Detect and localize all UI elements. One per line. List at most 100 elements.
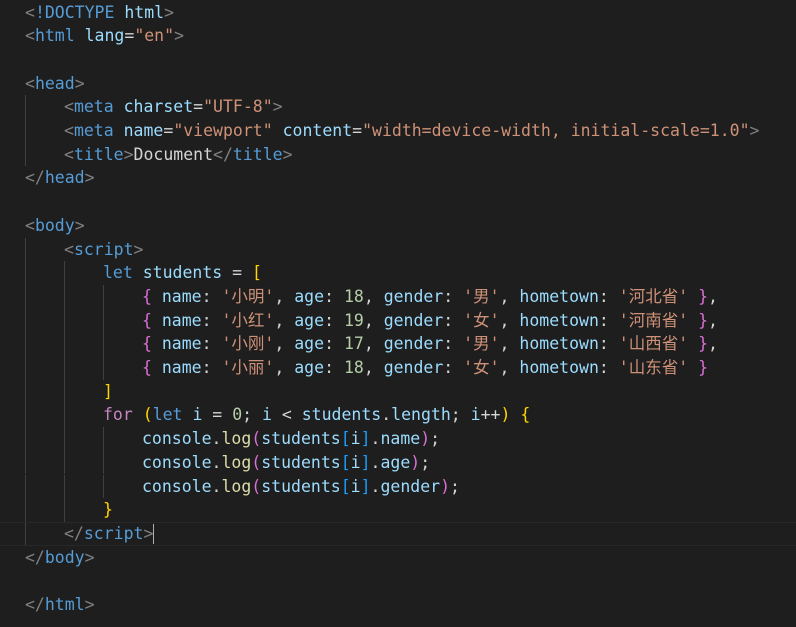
code-line[interactable]: </html> (0, 593, 796, 617)
code-token: gender (383, 358, 444, 377)
code-line[interactable]: <meta name="viewport" content="width=dev… (0, 119, 796, 143)
code-token: , (499, 310, 520, 330)
code-token: name (161, 286, 202, 306)
indent-guide (64, 498, 65, 522)
code-token: . (211, 429, 222, 449)
code-token: html (44, 595, 85, 614)
code-token: name (161, 310, 202, 330)
code-line[interactable]: </script> (0, 521, 796, 546)
code-token: < (64, 144, 74, 164)
indent-guide (64, 379, 65, 404)
code-token: : (201, 310, 222, 330)
code-token: { (142, 286, 152, 306)
text-cursor (153, 524, 155, 545)
code-token: title (73, 144, 124, 164)
code-token: Document (133, 144, 214, 164)
code-line[interactable] (0, 48, 796, 72)
code-token: , (363, 310, 384, 330)
code-token: </ (25, 595, 45, 614)
code-text: <meta name="viewport" content="width=dev… (64, 119, 759, 143)
code-line[interactable]: ] (0, 379, 796, 404)
code-line[interactable]: for (let i = 0; i < students.length; i++… (0, 403, 796, 428)
code-token: log (221, 429, 252, 449)
code-editor[interactable]: <!DOCTYPE html> <html lang="en"> <head> <me… (0, 0, 796, 627)
code-token: , (274, 310, 295, 330)
code-token: < (25, 26, 35, 46)
indent-guide (64, 427, 65, 451)
code-line[interactable]: } (0, 498, 796, 522)
code-token: html (124, 2, 165, 22)
code-token: body (44, 547, 85, 567)
code-token: gender (383, 310, 444, 330)
indent-guide (64, 403, 65, 428)
code-token: title (232, 144, 283, 164)
code-token: < (25, 2, 35, 22)
code-line[interactable]: <script> (0, 237, 796, 262)
code-line[interactable]: </body> (0, 546, 796, 570)
code-token: log (221, 476, 252, 496)
code-line[interactable]: { name: '小明', age: 18, gender: '男', home… (0, 284, 796, 309)
indent-guide (25, 403, 26, 428)
code-line[interactable]: console.log(students[i].name); (0, 427, 796, 451)
indent-guide (25, 498, 26, 522)
indent-guide (25, 356, 26, 380)
code-token: "UTF-8" (203, 97, 273, 117)
code-token: content (282, 121, 353, 140)
code-line[interactable]: { name: '小红', age: 19, gender: '女', home… (0, 308, 796, 333)
code-text: <head> (25, 72, 85, 96)
code-line[interactable]: <head> (0, 72, 796, 96)
code-token: gender (380, 476, 441, 496)
code-line[interactable]: </head> (0, 166, 796, 190)
code-token: ] (360, 429, 371, 449)
code-token: hometown (519, 310, 599, 330)
code-token: [ (340, 452, 351, 472)
code-line[interactable] (0, 569, 796, 593)
indent-guide (25, 450, 26, 475)
code-token: gender (383, 286, 444, 306)
indent-guide (25, 142, 26, 167)
code-line[interactable]: console.log(students[i].age); (0, 450, 796, 475)
code-token: charset (123, 97, 194, 117)
code-line[interactable]: { name: '小丽', age: 18, gender: '女', home… (0, 356, 796, 380)
code-token: ; (242, 405, 262, 425)
code-line[interactable]: console.log(students[i].gender); (0, 474, 796, 499)
code-token: , (499, 286, 520, 306)
code-token: : (324, 358, 344, 377)
indent-guide (103, 332, 104, 356)
code-token: } (698, 358, 709, 377)
code-token: > (749, 121, 760, 140)
indent-guide (25, 332, 26, 356)
code-token: > (123, 144, 134, 164)
indent-guide (25, 427, 26, 451)
code-token: '女' (463, 358, 500, 377)
code-line[interactable]: { name: '小刚', age: 17, gender: '男', home… (0, 332, 796, 356)
code-token: = (352, 121, 363, 140)
indent-guide (25, 379, 26, 404)
code-line[interactable] (0, 190, 796, 214)
code-token: : (598, 358, 619, 377)
code-text: } (103, 498, 113, 522)
indent-guide (64, 332, 65, 356)
code-token: ] (360, 452, 371, 472)
code-text: console.log(students[i].age); (142, 451, 430, 475)
indent-guide (103, 450, 104, 475)
code-line[interactable]: <body> (0, 214, 796, 238)
code-token: > (164, 2, 175, 22)
code-line[interactable]: <!DOCTYPE html> (0, 1, 796, 25)
code-token: students (261, 429, 341, 449)
code-line[interactable]: <html lang="en"> (0, 24, 796, 48)
code-token: . (211, 452, 222, 472)
indent-guide (103, 284, 104, 309)
code-token: '河北省' (618, 286, 689, 306)
code-token: : (598, 310, 619, 330)
code-token: : (443, 358, 464, 377)
code-token: : (598, 286, 619, 306)
code-token: = (193, 97, 204, 117)
code-token: ++ (480, 405, 501, 425)
code-line[interactable]: let students = [ (0, 261, 796, 285)
code-token: , (708, 286, 718, 306)
code-line[interactable]: <title>Document</title> (0, 142, 796, 167)
code-line[interactable]: <meta charset="UTF-8"> (0, 95, 796, 119)
code-token: i (262, 405, 272, 425)
